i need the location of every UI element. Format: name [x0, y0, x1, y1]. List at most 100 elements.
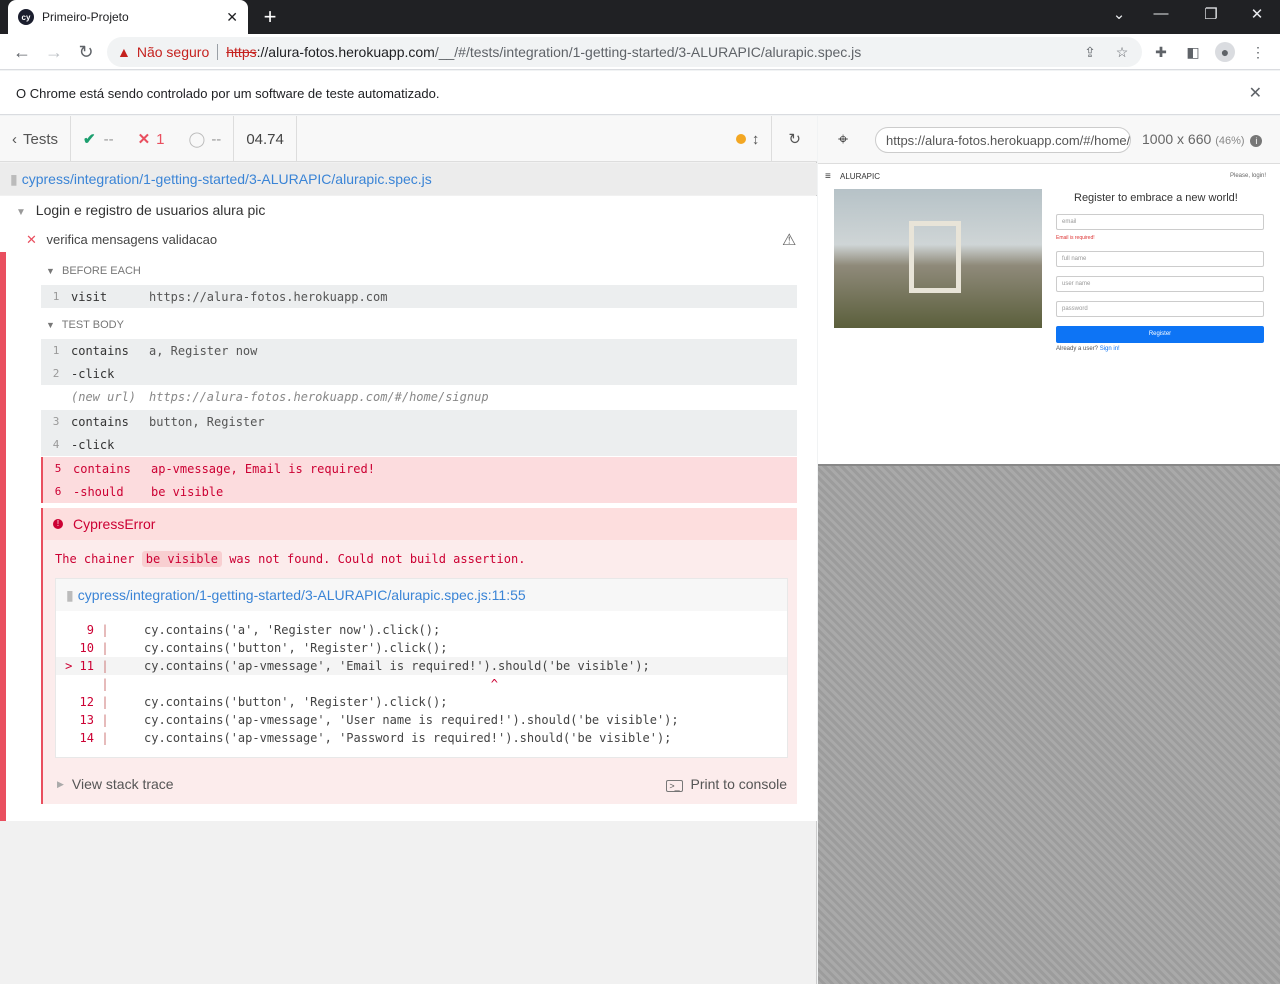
command-row[interactable]: 1 contains a, Register now — [41, 339, 797, 362]
print-to-console-label: Print to console — [690, 776, 788, 792]
minimize-button[interactable]: — — [1146, 5, 1176, 22]
before-each-label: BEFORE EACH — [61, 265, 141, 277]
pending-circle-icon: ◯ — [188, 131, 206, 148]
code-text: cy.contains('button', 'Register').click(… — [144, 641, 448, 655]
password-input[interactable]: password — [1056, 301, 1264, 317]
email-input[interactable]: email — [1056, 214, 1264, 230]
code-text: cy.contains('ap-vmessage', 'Password is … — [144, 731, 672, 745]
current-code-line: > 11 | cy.contains('ap-vmessage', 'Email i… — [56, 657, 787, 675]
username-input[interactable]: user name — [1056, 276, 1264, 292]
tests-back-button[interactable]: ‹ Tests — [0, 116, 72, 162]
line-number: > 11 — [65, 659, 94, 673]
profile-avatar-icon[interactable]: ● — [1215, 42, 1235, 62]
pending-count: ◯ -- — [177, 116, 235, 162]
failed-value: 1 — [156, 130, 165, 148]
gutter-bar: | — [101, 623, 109, 637]
menu-kebab-icon[interactable]: ⋮ — [1248, 42, 1268, 62]
line-number: 10 — [79, 641, 94, 655]
back-button[interactable]: ← — [10, 40, 34, 64]
close-window-button[interactable]: ✕ — [1242, 5, 1272, 23]
code-file-link[interactable]: cypress/integration/1-getting-started/3-… — [78, 587, 526, 603]
gutter-bar: | — [101, 677, 109, 691]
warning-triangle-icon[interactable]: ⚠ — [782, 230, 796, 250]
new-tab-button[interactable]: + — [260, 4, 280, 30]
code-text: cy.contains('ap-vmessage', 'Email is req… — [144, 659, 650, 673]
error-title: ! CypressError — [43, 508, 797, 540]
command-message: a, Register now — [149, 343, 258, 358]
print-to-console-button[interactable]: >_ Print to console — [666, 776, 787, 792]
viewport-scale: (46%) — [1215, 135, 1245, 147]
hero-photo — [834, 189, 1042, 328]
extensions-icon[interactable]: ✚ — [1151, 42, 1171, 62]
auto-scroll-toggle[interactable]: ↕ — [724, 116, 772, 162]
failed-command-row[interactable]: 6 -should be visible — [41, 480, 797, 503]
line-number: 14 — [79, 731, 94, 745]
command-row[interactable]: 1 visit https://alura-fotos.herokuapp.co… — [41, 285, 797, 308]
command-row[interactable]: 4 -click — [41, 433, 797, 456]
register-button[interactable]: Register — [1056, 326, 1264, 343]
caret-down-icon: ▼ — [46, 266, 55, 276]
app-brand: ALURAPIC — [840, 172, 881, 181]
code-text: cy.contains('a', 'Register now').click()… — [144, 623, 441, 637]
cypress-favicon-icon: cy — [18, 9, 34, 25]
spec-file-link[interactable]: cypress/integration/1-getting-started/3-… — [22, 171, 432, 187]
error-caret: ^ — [144, 677, 499, 691]
fail-x-icon: ✕ — [26, 232, 37, 247]
login-link[interactable]: Please, login! — [1230, 173, 1266, 179]
tab-search-icon[interactable]: ⌄ — [1104, 5, 1134, 23]
passed-count: ✔ -- — [71, 116, 126, 162]
forward-button[interactable]: → — [42, 40, 66, 64]
new-url-row[interactable]: (new url) https://alura-fotos.herokuapp.… — [41, 385, 797, 408]
error-message-pre: The chainer — [55, 552, 135, 566]
code-text: cy.contains('button', 'Register').click(… — [144, 695, 448, 709]
header-spacer — [297, 116, 724, 161]
warning-icon: ▲ — [117, 44, 131, 60]
address-bar[interactable]: ▲ Não seguro https ://alura-fotos.heroku… — [107, 37, 1142, 67]
insecure-label[interactable]: Não seguro — [137, 44, 209, 60]
error-message-code: be visible — [141, 551, 222, 567]
command-name: contains — [71, 343, 129, 358]
reload-button[interactable]: ↻ — [74, 40, 98, 64]
test-body-header[interactable]: ▼ TEST BODY — [46, 319, 124, 331]
test-row[interactable]: ✕ verifica mensagens validacao — [26, 232, 217, 248]
code-line: 9 | cy.contains('a', 'Register now').click… — [56, 621, 787, 639]
code-frame: ▮ cypress/integration/1-getting-started/… — [55, 578, 788, 758]
code-line: | ^ — [56, 675, 787, 693]
command-row[interactable]: 3 contains button, Register — [41, 410, 797, 433]
close-tab-icon[interactable]: ✕ — [226, 9, 238, 26]
command-message: ap-vmessage, Email is required! — [151, 461, 375, 476]
error-name: CypressError — [73, 516, 156, 532]
url-protocol: https — [226, 44, 257, 60]
side-panel-icon[interactable]: ◧ — [1183, 42, 1203, 62]
browser-tab[interactable]: cy Primeiro-Projeto ✕ — [8, 0, 248, 34]
rerun-button[interactable]: ↻ — [771, 116, 817, 162]
command-number: 5 — [54, 462, 62, 475]
sign-in-link[interactable]: Sign in! — [1100, 346, 1120, 352]
command-name: contains — [71, 414, 129, 429]
command-message: https://alura-fotos.herokuapp.com/#/home… — [149, 389, 489, 404]
restore-button[interactable]: ❐ — [1196, 5, 1226, 23]
command-number: 4 — [52, 438, 60, 451]
suite-row[interactable]: ▼ Login e registro de usuarios alura pic — [16, 202, 265, 218]
bookmark-star-icon[interactable]: ☆ — [1112, 42, 1132, 62]
command-message: button, Register — [149, 414, 265, 429]
before-each-header[interactable]: ▼ BEFORE EACH — [46, 265, 141, 277]
tab-strip: cy Primeiro-Projeto ✕ + ⌄ — ❐ ✕ — [0, 0, 1280, 34]
command-row[interactable]: 2 -click — [41, 362, 797, 385]
code-text: cy.contains('ap-vmessage', 'User name is… — [144, 713, 679, 727]
selector-playground-icon[interactable]: ⌖ — [838, 129, 848, 150]
aut-url-field[interactable]: https://alura-fotos.herokuapp.com/#/home… — [875, 127, 1131, 153]
hamburger-menu-icon[interactable]: ≡ — [825, 171, 831, 182]
share-icon[interactable]: ⇪ — [1080, 42, 1100, 62]
caret-down-icon: ▼ — [46, 320, 55, 330]
stack-trace-toggle[interactable]: ▶ View stack trace >_ Print to console — [43, 766, 797, 802]
close-infobar-icon[interactable]: ✕ — [1249, 83, 1262, 103]
status-dot-icon — [735, 134, 746, 144]
command-name: (new url) — [71, 389, 137, 404]
tests-label: Tests — [23, 130, 59, 148]
caret-right-icon: ▶ — [57, 778, 64, 789]
viewport-size[interactable]: 1000 x 660 (46%) i — [1142, 131, 1263, 147]
fullname-input[interactable]: full name — [1056, 251, 1264, 267]
app-under-test-panel: ⌖ https://alura-fotos.herokuapp.com/#/ho… — [818, 116, 1280, 984]
failed-command-row[interactable]: 5 contains ap-vmessage, Email is require… — [41, 457, 797, 480]
